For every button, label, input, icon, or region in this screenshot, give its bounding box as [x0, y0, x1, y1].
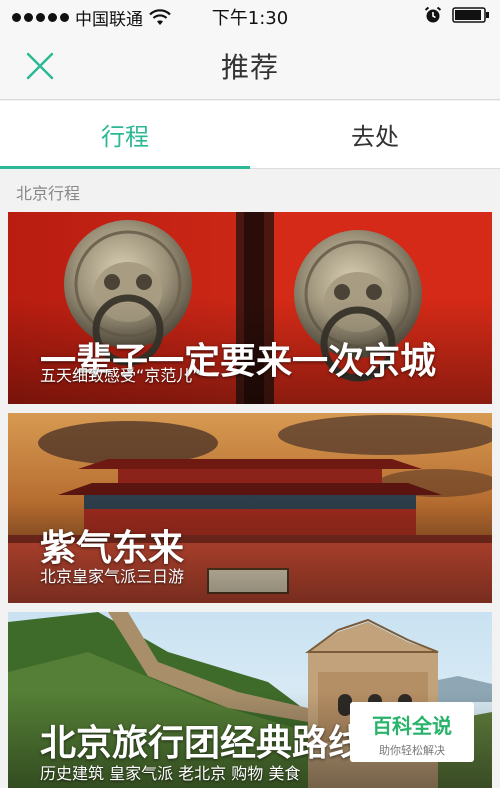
watermark-logo: 百科全说 助你轻松解决 — [350, 702, 474, 762]
section-label: 北京行程 — [16, 184, 81, 203]
card-subtitle: 历史建筑 皇家气派 老北京 购物 美食 — [40, 764, 301, 783]
page-title: 推荐 — [220, 51, 279, 84]
battery-icon — [452, 7, 489, 23]
status-right — [424, 6, 490, 24]
alarm-clock-icon — [424, 6, 442, 23]
watermark-subtitle: 助你轻松解决 — [379, 744, 445, 757]
card-subtitle: 北京皇家气派三日游 — [40, 567, 185, 586]
nav-bar: 推荐 — [0, 32, 500, 100]
tab-bar: 行程 去处 — [0, 101, 500, 169]
itinerary-card-capital[interactable]: 一辈子一定要来一次京城 五天细致感受“京范儿” — [8, 212, 492, 404]
tab-itinerary[interactable]: 行程 — [0, 101, 250, 169]
card-title: 北京旅行团经典路线 — [40, 723, 365, 764]
card-subtitle: 五天细致感受“京范儿” — [40, 366, 201, 385]
itinerary-card-royal[interactable]: 紫气东来 北京皇家气派三日游 — [8, 413, 492, 603]
status-bar: 中国联通 下午1:30 — [0, 0, 500, 32]
close-icon[interactable] — [22, 48, 58, 84]
tab-places[interactable]: 去处 — [250, 101, 500, 168]
watermark-title: 百科全说 — [372, 714, 452, 738]
